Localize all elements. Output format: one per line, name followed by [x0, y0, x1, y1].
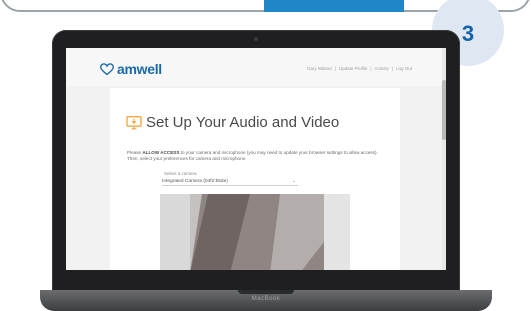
- base-notch: [238, 290, 294, 294]
- camera-select[interactable]: Integrated Camera (04f2:b5de) ⌄: [162, 177, 298, 186]
- nav-user[interactable]: Gary Wiland: [307, 66, 332, 71]
- intro-emphasis: ALLOW ACCESS: [142, 150, 180, 155]
- nav-log-out[interactable]: Log Out: [396, 66, 412, 71]
- video-bar-right: [324, 194, 350, 270]
- laptop-lid: amwell Gary Wiland | Update Profile | Ac…: [52, 30, 460, 300]
- nav-separator: |: [370, 66, 372, 71]
- scrollbar-thumb[interactable]: [442, 80, 446, 140]
- laptop-base: MacBook: [40, 290, 492, 311]
- page-title-row: Set Up Your Audio and Video: [126, 114, 339, 131]
- intro-prefix: Please: [127, 150, 143, 155]
- video-bar-left: [160, 194, 192, 270]
- chevron-down-icon: ⌄: [291, 178, 296, 184]
- top-nav: Gary Wiland | Update Profile | Activity …: [307, 66, 412, 71]
- instructions-text: Please ALLOW ACCESS to your camera and m…: [127, 150, 389, 162]
- page-title: Set Up Your Audio and Video: [146, 114, 340, 131]
- webcam-dot: [254, 37, 258, 41]
- camera-feed-image: [190, 194, 330, 270]
- laptop-brand: MacBook: [251, 296, 281, 302]
- accent-bar: [264, 0, 404, 12]
- setup-card: Set Up Your Audio and Video Please ALLOW…: [110, 88, 400, 270]
- logo-text: amwell: [117, 61, 162, 77]
- laptop-screen: amwell Gary Wiland | Update Profile | Ac…: [66, 48, 446, 270]
- site-header: amwell Gary Wiland | Update Profile | Ac…: [66, 48, 446, 86]
- step-number: 3: [461, 21, 475, 46]
- monitor-download-icon: [126, 115, 142, 129]
- nav-activity[interactable]: Activity: [375, 66, 389, 71]
- camera-preview: [160, 194, 350, 270]
- nav-update-profile[interactable]: Update Profile: [339, 66, 368, 71]
- nav-separator: |: [391, 66, 393, 71]
- scrollbar[interactable]: [442, 48, 446, 270]
- nav-separator: |: [334, 66, 336, 71]
- heart-outline-icon: [100, 62, 114, 75]
- camera-select-label: Select a camera: [164, 171, 197, 176]
- amwell-logo[interactable]: amwell: [100, 61, 162, 77]
- camera-select-value: Integrated Camera (04f2:b5de): [162, 178, 228, 184]
